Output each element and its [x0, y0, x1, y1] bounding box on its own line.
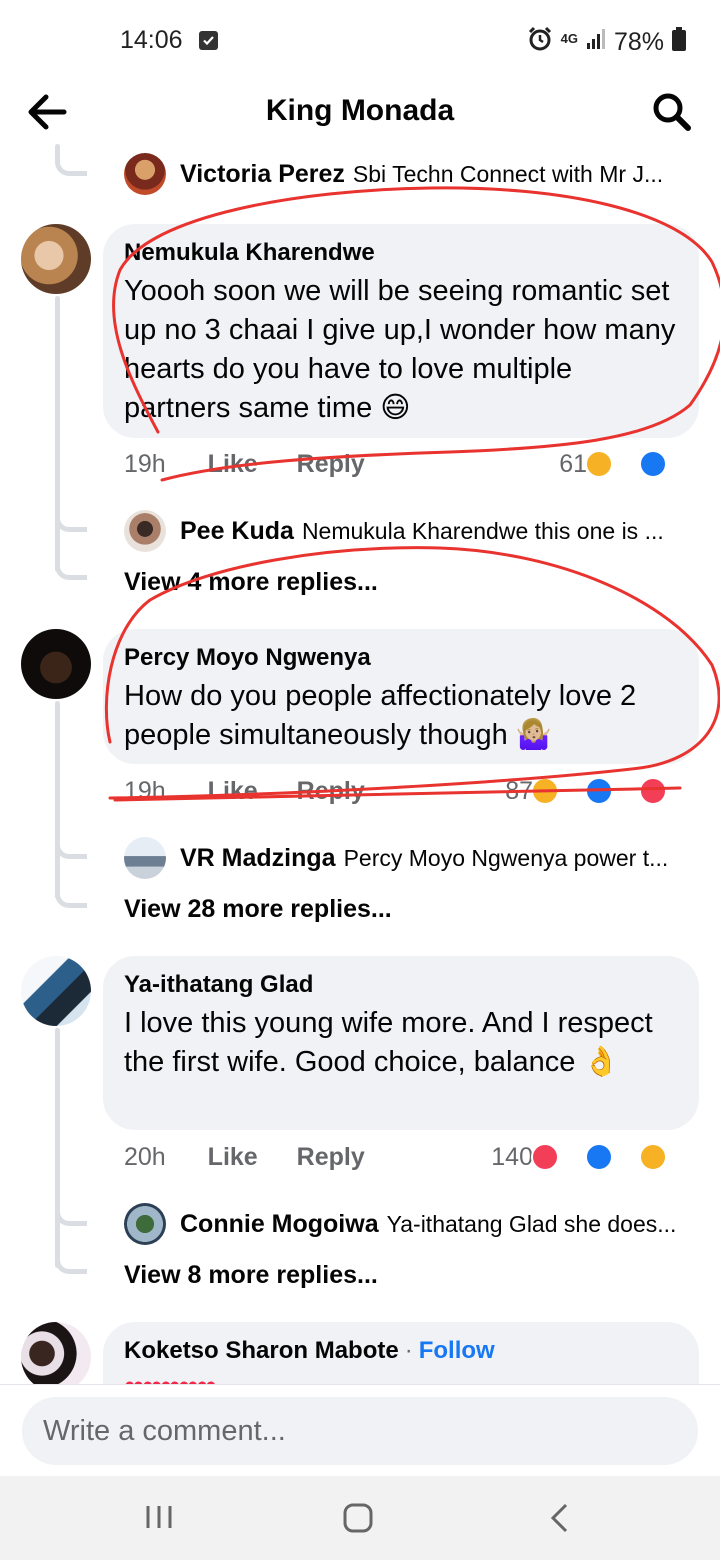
battery-icon	[672, 27, 686, 58]
battery-percentage: 78%	[613, 28, 664, 56]
comments-feed[interactable]: Victoria Perez Sbi Techn Connect with Mr…	[0, 144, 720, 1384]
like-button[interactable]: Like	[208, 777, 258, 805]
thread-connector	[55, 154, 87, 176]
chevron-left-icon	[550, 1503, 568, 1533]
recent-apps-icon	[146, 1506, 172, 1528]
haha-reaction-icon	[585, 450, 613, 478]
search-icon	[653, 93, 691, 131]
reaction-count: 140	[491, 1143, 533, 1171]
comment-bubble[interactable]: Koketso Sharon Mabote·Follow ❤❤❤❤❤	[103, 1322, 699, 1384]
thread-line	[55, 701, 60, 899]
avatar[interactable]	[124, 153, 166, 195]
reaction-summary[interactable]: 87	[505, 774, 699, 808]
reply-preview[interactable]: VR Madzinga Percy Moyo Ngwenya power t..…	[124, 837, 699, 879]
thread-connector	[55, 837, 87, 859]
comment-author-row: Koketso Sharon Mabote · Follow	[124, 1337, 495, 1364]
reply-text: Percy Moyo Ngwenya power t...	[343, 844, 669, 871]
thread-connector	[55, 1204, 87, 1226]
comment-author[interactable]: Ya-ithatang Glad	[124, 970, 677, 1000]
avatar[interactable]	[124, 510, 166, 552]
thread-connector	[55, 558, 87, 580]
like-button[interactable]: Like	[208, 450, 258, 478]
comment-actions: 19h Like Reply 61	[124, 447, 699, 481]
status-time: 14:06	[120, 26, 183, 54]
system-navigation-bar	[0, 1476, 720, 1560]
view-more-replies-link[interactable]: View 4 more replies...	[124, 568, 378, 597]
thread-connector	[55, 886, 87, 908]
avatar[interactable]	[21, 1322, 91, 1384]
reaction-count: 87	[505, 777, 533, 805]
reply-preview[interactable]: Victoria Perez Sbi Techn Connect with Mr…	[124, 153, 699, 195]
reply-text: Sbi Techn Connect with Mr J...	[352, 160, 664, 187]
alarm-icon	[527, 26, 553, 59]
avatar[interactable]	[124, 837, 166, 879]
network-type-label: 4G	[560, 31, 578, 46]
checkbox-notification-icon	[199, 31, 218, 50]
home-icon	[343, 1503, 373, 1533]
comment-time: 20h	[124, 1143, 166, 1171]
comment-time: 19h	[124, 450, 166, 478]
haha-reaction-icon	[531, 777, 559, 805]
care-reaction-icon	[639, 1143, 667, 1171]
thread-line	[55, 296, 60, 572]
reply-author[interactable]: Pee Kuda	[180, 517, 294, 546]
follow-button[interactable]: Follow	[419, 1337, 495, 1364]
like-reaction-icon	[585, 777, 613, 805]
comment-bubble[interactable]: Ya-ithatang Glad I love this young wife …	[103, 956, 699, 1130]
reaction-count: 61	[559, 450, 587, 478]
back-nav-button[interactable]	[548, 1502, 572, 1539]
thread-connector	[55, 1252, 87, 1274]
comment-bubble[interactable]: Percy Moyo Ngwenya How do you people aff…	[103, 629, 699, 764]
search-button[interactable]	[650, 90, 694, 134]
reply-button[interactable]: Reply	[297, 777, 365, 805]
comment-composer-bar: Write a comment...	[0, 1384, 720, 1476]
reply-author[interactable]: Connie Mogoiwa	[180, 1210, 379, 1239]
reply-button[interactable]: Reply	[297, 450, 365, 478]
reply-text: Ya-ithatang Glad she does...	[386, 1210, 677, 1237]
status-indicators: 4G 78%	[527, 26, 686, 59]
comment-bubble[interactable]: Nemukula Kharendwe Yoooh soon we will be…	[103, 224, 699, 438]
reaction-summary[interactable]: 140	[491, 1140, 699, 1174]
comment-input[interactable]: Write a comment...	[22, 1397, 698, 1465]
thread-connector	[55, 510, 87, 532]
comment-author[interactable]: Nemukula Kharendwe	[124, 238, 677, 268]
reply-preview[interactable]: Pee Kuda Nemukula Kharendwe this one is …	[124, 510, 699, 552]
avatar[interactable]	[21, 224, 91, 294]
comment-text: Yoooh soon we will be seeing romantic se…	[124, 275, 676, 424]
comment-actions: 19h Like Reply 87	[124, 774, 699, 808]
comment-text: How do you people affectionately love 2 …	[124, 680, 637, 751]
avatar[interactable]	[124, 1203, 166, 1245]
avatar[interactable]	[21, 956, 91, 1026]
reply-preview[interactable]: Connie Mogoiwa Ya-ithatang Glad she does…	[124, 1203, 699, 1245]
reply-text: Nemukula Kharendwe this one is ...	[301, 517, 664, 544]
comment-time: 19h	[124, 777, 166, 805]
page-title: King Monada	[265, 94, 455, 127]
love-reaction-icon	[531, 1143, 559, 1171]
reply-button[interactable]: Reply	[297, 1143, 365, 1171]
like-button[interactable]: Like	[208, 1143, 258, 1171]
like-reaction-icon	[639, 450, 667, 478]
status-bar: 14:06 4G 78%	[0, 0, 720, 80]
app-header: King Monada	[0, 80, 720, 144]
avatar[interactable]	[21, 629, 91, 699]
reaction-summary[interactable]: 61	[559, 447, 699, 481]
love-reaction-icon	[639, 777, 667, 805]
like-reaction-icon	[585, 1143, 613, 1171]
home-button[interactable]	[342, 1502, 374, 1539]
reply-author[interactable]: VR Madzinga	[180, 844, 336, 873]
signal-icon	[586, 28, 606, 57]
comment-author[interactable]: Percy Moyo Ngwenya	[124, 643, 677, 673]
recent-apps-button[interactable]	[144, 1502, 174, 1537]
comment-actions: 20h Like Reply 140	[124, 1140, 699, 1174]
view-more-replies-link[interactable]: View 28 more replies...	[124, 895, 392, 924]
comment-author[interactable]: Koketso Sharon Mabote	[124, 1337, 399, 1364]
reply-author[interactable]: Victoria Perez	[180, 160, 345, 189]
thread-line	[55, 1028, 60, 1268]
view-more-replies-link[interactable]: View 8 more replies...	[124, 1261, 378, 1290]
comment-text: I love this young wife more. And I respe…	[124, 1007, 653, 1078]
comment-text: ❤❤❤❤❤	[124, 1370, 677, 1384]
